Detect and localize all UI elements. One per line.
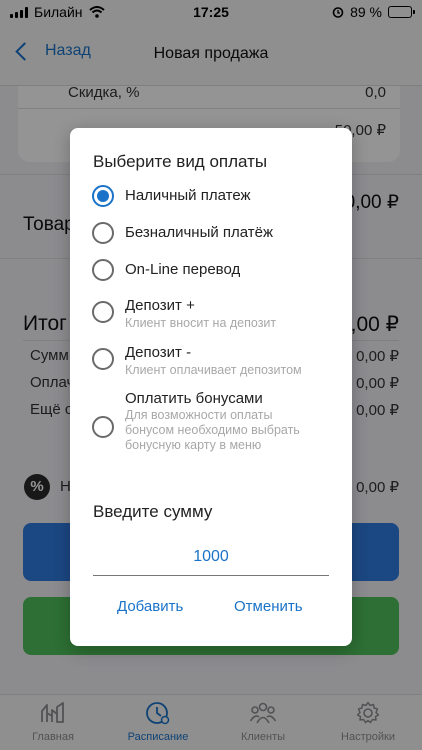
radio-button[interactable] bbox=[92, 416, 114, 438]
option-description: Для возможности оплаты бонусом необходим… bbox=[125, 408, 300, 452]
dialog-title: Выберите вид оплаты bbox=[93, 152, 268, 171]
option-label: Депозит + bbox=[125, 297, 195, 314]
payment-option-deposit-minus[interactable]: Депозит - Клиент оплачивает депозитом bbox=[92, 344, 342, 383]
option-label: Безналичный платёж bbox=[125, 224, 274, 241]
payment-option-cash[interactable]: Наличный платеж bbox=[92, 185, 342, 209]
amount-title: Введите сумму bbox=[93, 502, 213, 521]
radio-button[interactable] bbox=[92, 301, 114, 323]
radio-button[interactable] bbox=[92, 348, 114, 370]
amount-input[interactable] bbox=[93, 538, 329, 576]
payment-option-bonus[interactable]: Оплатить бонусами Для возможности оплаты… bbox=[92, 390, 342, 470]
add-button[interactable]: Добавить bbox=[117, 598, 183, 615]
option-label: Оплатить бонусами bbox=[125, 390, 263, 407]
cancel-button[interactable]: Отменить bbox=[234, 598, 303, 615]
radio-button[interactable] bbox=[92, 259, 114, 281]
payment-type-dialog: Выберите вид оплаты Наличный платеж Безн… bbox=[70, 128, 352, 646]
payment-option-deposit-plus[interactable]: Депозит + Клиент вносит на депозит bbox=[92, 297, 342, 336]
payment-option-online[interactable]: On-Line перевод bbox=[92, 259, 342, 283]
radio-button[interactable] bbox=[92, 222, 114, 244]
option-description: Клиент оплачивает депозитом bbox=[125, 363, 302, 377]
option-label: Депозит - bbox=[125, 344, 192, 361]
option-label: Наличный платеж bbox=[125, 187, 251, 204]
radio-button[interactable] bbox=[92, 185, 114, 207]
option-label: On-Line перевод bbox=[125, 261, 241, 278]
payment-option-cashless[interactable]: Безналичный платёж bbox=[92, 222, 342, 246]
option-description: Клиент вносит на депозит bbox=[125, 316, 277, 330]
